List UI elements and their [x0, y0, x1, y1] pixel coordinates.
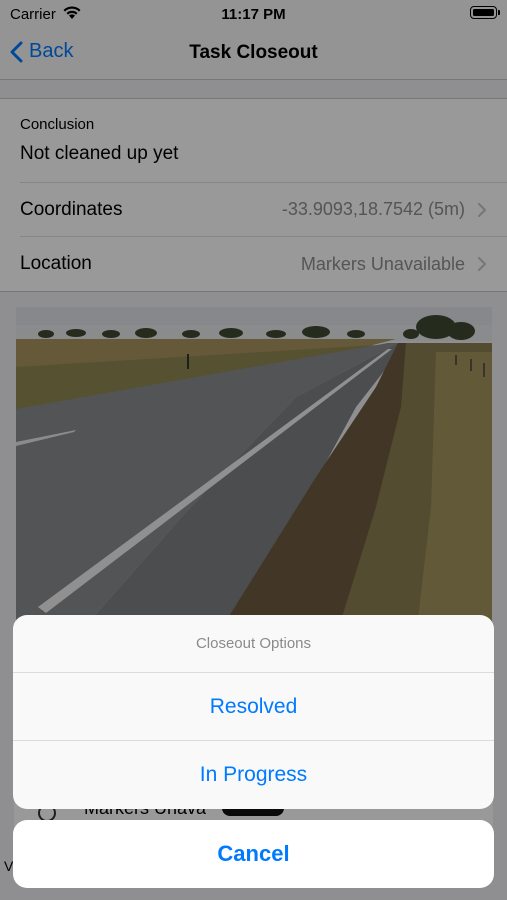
in-progress-option-button[interactable]: In Progress — [13, 741, 494, 809]
resolved-option-button[interactable]: Resolved — [13, 673, 494, 741]
action-sheet-title: Closeout Options — [13, 615, 494, 673]
closeout-options-sheet: Closeout Options Resolved In Progress — [13, 615, 494, 809]
cancel-button[interactable]: Cancel — [13, 820, 494, 888]
